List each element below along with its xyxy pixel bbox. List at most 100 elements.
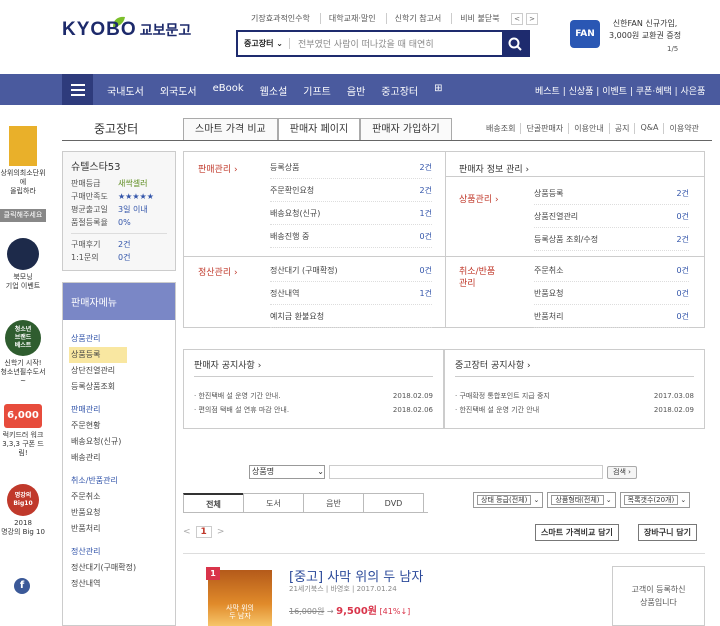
- promo-youth[interactable]: 청소년 브랜드 베스트 신학기 시작! 청소년필수도서~: [0, 320, 46, 386]
- promo-click[interactable]: 클릭해주세요: [0, 209, 46, 222]
- menu-item[interactable]: 주문현황: [71, 418, 167, 434]
- inquiry-count[interactable]: 0건: [118, 251, 130, 264]
- promo-lecture[interactable]: 명강의 Big10 2018 명강의 Big 10: [0, 484, 46, 537]
- sub-link[interactable]: 단골판매자: [520, 123, 568, 134]
- goods-label[interactable]: 상품관리 ›: [459, 192, 499, 205]
- tab-books[interactable]: 도서: [243, 493, 304, 513]
- header-link[interactable]: 신학기 참고서: [385, 13, 441, 24]
- menu-item[interactable]: 반품요청: [71, 505, 167, 521]
- sub-link[interactable]: 이용안내: [568, 123, 608, 134]
- search-icon: [508, 37, 522, 51]
- header-link[interactable]: 비비 불닫북: [451, 13, 500, 24]
- menu-item[interactable]: 정산대기(구매확정): [71, 560, 167, 576]
- next-arrow-button[interactable]: >: [526, 13, 538, 25]
- tab-seller-join[interactable]: 판매자 가입하기: [360, 118, 452, 140]
- stat-row[interactable]: 정산내역 1건: [270, 282, 432, 305]
- seller-info-label[interactable]: 판매자 정보 관리 ›: [459, 162, 529, 175]
- promo-lucky[interactable]: 6,000 럭키드러 워크 3,3,3 구폰 드림!: [0, 404, 46, 458]
- count-filter-select[interactable]: 목록갯수(20개) ⌄: [619, 492, 691, 508]
- nav-item[interactable]: 외국도서: [160, 83, 197, 98]
- tab-music[interactable]: 음반: [303, 493, 364, 513]
- stat-row[interactable]: 등록상품 2건: [270, 156, 432, 179]
- tab-price-compare[interactable]: 스마트 가격 비교: [183, 118, 278, 140]
- tab-seller-page[interactable]: 판매자 페이지: [277, 118, 361, 140]
- cancel-label[interactable]: 취소/반품 관리: [459, 266, 495, 290]
- stat-row[interactable]: 주문취소 0건: [534, 259, 689, 282]
- menu-item[interactable]: 배송요청(신규): [71, 434, 167, 450]
- notice-row[interactable]: · 한진택배 설 운영 기간 안내. 2018.02.09: [194, 389, 433, 403]
- compare-add-button[interactable]: 스마트 가격비교 담기: [535, 524, 619, 541]
- menu-group[interactable]: 취소/반품관리: [71, 473, 167, 489]
- stat-row[interactable]: 배송진행 중 0건: [270, 225, 432, 248]
- header-link[interactable]: 기장효과적인수학: [251, 13, 310, 24]
- plus-icon[interactable]: ⊞: [434, 83, 442, 98]
- menu-item[interactable]: 상단진열관리: [71, 363, 167, 379]
- current-page[interactable]: 1: [195, 526, 212, 538]
- menu-item[interactable]: 반품처리: [71, 521, 167, 537]
- stat-row[interactable]: 배송요청(신규) 1건: [270, 202, 432, 225]
- promo-book[interactable]: 상위의최소단위에 올립하라: [0, 126, 46, 196]
- search-field-select[interactable]: 상품명 ⌄: [249, 465, 325, 479]
- notice-title[interactable]: 판매자 공지사항 ›: [194, 358, 433, 377]
- settle-label[interactable]: 정산관리 ›: [198, 265, 238, 278]
- sub-link[interactable]: 공지: [608, 123, 635, 134]
- nav-item[interactable]: 중고장터: [381, 83, 418, 98]
- prev-arrow-button[interactable]: <: [511, 13, 523, 25]
- promo-bookmorning[interactable]: 북모닝 기업 이벤트: [0, 238, 46, 291]
- menu-group[interactable]: 상품관리: [71, 331, 167, 347]
- sub-link[interactable]: 배송조회: [481, 123, 520, 134]
- stat-row[interactable]: 상품진열관리 0건: [534, 205, 689, 228]
- menu-item-product-register[interactable]: 상품등록: [69, 347, 127, 363]
- tab-dvd[interactable]: DVD: [363, 493, 424, 513]
- review-count[interactable]: 2건: [118, 238, 130, 251]
- stat-row[interactable]: 반품처리 0건: [534, 305, 689, 328]
- notice-row[interactable]: · 한진택배 설 운영 기간 안내 2018.02.09: [455, 403, 694, 417]
- notice-row[interactable]: · 편의점 택배 설 연휴 마감 안내. 2018.02.06: [194, 403, 433, 417]
- header-link[interactable]: 대학교재·말인: [319, 13, 376, 24]
- facebook-icon[interactable]: f: [14, 578, 30, 594]
- nav-right-links[interactable]: 베스트 | 신상품 | 이벤트 | 쿠폰·혜택 | 사은품: [535, 84, 705, 97]
- type-filter-select[interactable]: 상품형태(전체) ⌄: [547, 492, 616, 508]
- product-title[interactable]: [중고] 사막 위의 두 남자: [289, 566, 423, 585]
- nav-item[interactable]: 기프트: [303, 83, 331, 98]
- promo-text[interactable]: 신한FAN 신규가입, 3,000원 교환권 증정: [609, 18, 681, 42]
- sub-link[interactable]: 이용약관: [663, 123, 703, 134]
- menu-group[interactable]: 판매관리: [71, 402, 167, 418]
- sales-label[interactable]: 판매관리 ›: [198, 162, 238, 175]
- menu-group[interactable]: 정산관리: [71, 544, 167, 560]
- next-page-button[interactable]: >: [217, 527, 225, 537]
- stat-row[interactable]: 정산대기 (구매확정) 0건: [270, 259, 432, 282]
- menu-item[interactable]: 정산내역: [71, 576, 167, 592]
- nav-item[interactable]: 음반: [347, 83, 365, 98]
- promo-pager: 1/5: [667, 45, 679, 53]
- stat-row[interactable]: 주문확인요청 2건: [270, 179, 432, 202]
- hamburger-menu-icon[interactable]: [62, 74, 93, 105]
- search-button[interactable]: [502, 31, 528, 56]
- kyobo-logo[interactable]: KYOBO 교보문고: [62, 19, 191, 41]
- nav-item[interactable]: 웹소설: [260, 83, 288, 98]
- stat-row[interactable]: 등록상품 조회/수정 2건: [534, 228, 689, 251]
- cart-add-button[interactable]: 장바구니 담기: [638, 524, 697, 541]
- sub-link[interactable]: Q&A: [634, 123, 663, 134]
- stat-row[interactable]: 반품요청 0건: [534, 282, 689, 305]
- logo-en: KYOBO: [62, 19, 137, 40]
- product-search-button[interactable]: 검색 ›: [607, 465, 637, 479]
- pagination: < 1 >: [183, 526, 224, 538]
- tab-all[interactable]: 전체: [183, 493, 244, 513]
- menu-item[interactable]: 주문취소: [71, 489, 167, 505]
- product-search-input[interactable]: [329, 465, 603, 479]
- menu-item[interactable]: 등록상품조회: [71, 379, 167, 395]
- nav-item[interactable]: 국내도서: [107, 83, 144, 98]
- search-input[interactable]: 전부였던 사람이 떠나갔을 때 태연히: [290, 37, 502, 50]
- notice-title[interactable]: 중고장터 공지사항 ›: [455, 358, 694, 377]
- nav-item[interactable]: eBook: [213, 83, 244, 98]
- notice-row[interactable]: · 구매확정 통합포인트 지급 중지 2017.03.08: [455, 389, 694, 403]
- stat-row[interactable]: 상품등록 2건: [534, 182, 689, 205]
- fan-badge-icon[interactable]: FAN: [570, 20, 600, 48]
- stat-row[interactable]: 예치금 환불요청: [270, 305, 432, 328]
- search-category-select[interactable]: 중고장터 ⌄: [238, 38, 290, 49]
- condition-filter-select[interactable]: 상태 등급(전체) ⌄: [473, 492, 544, 508]
- page-tabs: 스마트 가격 비교 판매자 페이지 판매자 가입하기: [183, 118, 452, 140]
- menu-item[interactable]: 배송관리: [71, 450, 167, 466]
- prev-page-button[interactable]: <: [183, 527, 191, 537]
